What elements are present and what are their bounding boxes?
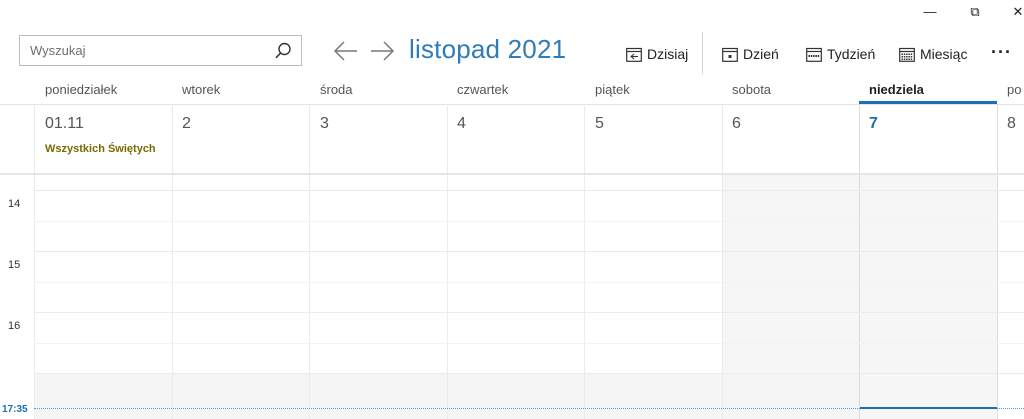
hour-line xyxy=(34,190,1024,191)
search-icon[interactable] xyxy=(273,41,293,61)
day-name-saturday: sobota xyxy=(732,82,772,97)
day-name-friday: piątek xyxy=(595,82,630,97)
day-number-7[interactable]: 7 xyxy=(869,115,878,133)
day-name-thursday: czwartek xyxy=(457,82,509,97)
day-name-next-monday: po xyxy=(1007,82,1022,97)
column-divider xyxy=(447,104,448,419)
day-name-monday: poniedziałek xyxy=(45,82,118,97)
next-arrow-icon[interactable] xyxy=(368,38,396,64)
half-hour-line xyxy=(34,282,1024,283)
search-input[interactable] xyxy=(30,36,270,65)
day-number-5[interactable]: 5 xyxy=(595,115,604,133)
holiday-event[interactable]: Wszystkich Świętych xyxy=(45,143,156,155)
sunday-shade xyxy=(860,174,997,419)
half-hour-line xyxy=(34,343,1024,344)
day-number-2[interactable]: 2 xyxy=(182,115,191,133)
column-divider xyxy=(34,104,35,419)
more-options-button[interactable]: ··· xyxy=(991,42,1012,63)
close-button[interactable]: ✕ xyxy=(1006,4,1024,20)
column-divider xyxy=(309,104,310,419)
previous-arrow-icon[interactable] xyxy=(332,38,360,64)
column-divider xyxy=(172,104,173,419)
hour-label-14: 14 xyxy=(8,198,21,210)
minimize-button[interactable]: — xyxy=(918,4,942,19)
day-name-sunday: niedziela xyxy=(869,82,924,97)
today-label: Dzisiaj xyxy=(647,46,689,62)
calendar-month-icon xyxy=(899,47,915,62)
month-title[interactable]: listopad 2021 xyxy=(409,34,566,65)
toolbar-divider xyxy=(702,32,703,74)
calendar-week-icon xyxy=(806,47,822,62)
month-view-button[interactable]: Miesiąc xyxy=(899,42,967,66)
hour-label-16: 16 xyxy=(8,320,21,332)
search-box[interactable] xyxy=(19,35,302,66)
today-button[interactable]: Dzisiaj xyxy=(626,42,688,66)
half-hour-line xyxy=(34,221,1024,222)
day-number-6[interactable]: 6 xyxy=(732,115,741,133)
day-number-3[interactable]: 3 xyxy=(320,115,329,133)
today-column-left-edge xyxy=(859,104,860,419)
day-number-4[interactable]: 4 xyxy=(457,115,466,133)
hour-line xyxy=(34,251,1024,252)
hour-line xyxy=(34,373,1024,374)
day-number-1[interactable]: 01.11 xyxy=(45,115,84,133)
current-time-today-marker xyxy=(860,407,997,409)
day-number-8[interactable]: 8 xyxy=(1007,115,1016,133)
column-divider xyxy=(722,104,723,419)
calendar-day-icon xyxy=(722,47,738,62)
all-day-separator xyxy=(0,173,1024,175)
day-view-label: Dzień xyxy=(743,46,779,62)
column-divider xyxy=(584,104,585,419)
today-column-right-edge xyxy=(997,104,998,419)
header-divider xyxy=(0,104,1024,105)
current-time-label: 17:35 xyxy=(2,404,28,415)
month-view-label: Miesiąc xyxy=(920,46,968,62)
day-view-button[interactable]: Dzień xyxy=(722,42,779,66)
hour-label-15: 15 xyxy=(8,259,21,271)
day-name-wednesday: środa xyxy=(320,82,353,97)
restore-button[interactable]: ⧉ xyxy=(963,4,987,20)
week-view-button[interactable]: Tydzień xyxy=(806,42,875,66)
week-view-label: Tydzień xyxy=(827,46,876,62)
calendar-today-icon xyxy=(626,47,642,62)
hour-line xyxy=(34,312,1024,313)
day-name-tuesday: wtorek xyxy=(182,82,221,97)
